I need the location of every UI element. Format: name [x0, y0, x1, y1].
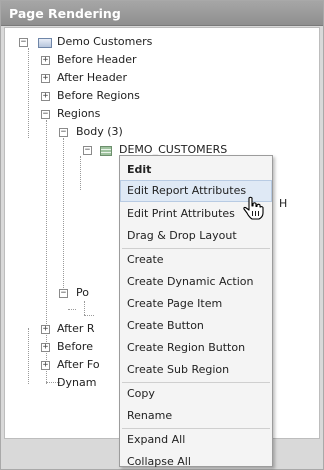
panel-title: Page Rendering [9, 6, 121, 21]
collapse-demo-customers-icon[interactable]: − [83, 146, 92, 155]
expand-after-header-icon[interactable]: + [41, 74, 50, 83]
collapse-body-icon[interactable]: − [59, 128, 68, 137]
menu-item-collapse-all[interactable]: Collapse All [120, 451, 272, 470]
menu-item-create-sub-region[interactable]: Create Sub Region [120, 359, 272, 381]
page-icon [38, 38, 52, 48]
tree-connector [68, 309, 76, 310]
menu-item-rename[interactable]: Rename [120, 405, 272, 427]
menu-item-expand-all[interactable]: Expand All [120, 429, 272, 451]
tree-node-after-footer[interactable]: After Fo [57, 357, 100, 373]
collapse-root-icon[interactable]: − [19, 38, 28, 47]
report-region-icon [100, 146, 112, 156]
tree-connector [28, 48, 29, 138]
tree-node-before-footer[interactable]: Before [57, 339, 93, 355]
tree-connector [84, 315, 94, 316]
tree-node-before-header[interactable]: Before Header [57, 52, 137, 68]
tree-node-hidden-h: H [279, 197, 288, 210]
tree-node-body[interactable]: Body (3) [76, 124, 123, 140]
tree-connector [63, 138, 64, 290]
expand-before-header-icon[interactable]: + [41, 56, 50, 65]
tree-connector [80, 156, 81, 190]
menu-item-create-dynamic-action[interactable]: Create Dynamic Action [120, 271, 272, 293]
menu-item-copy[interactable]: Copy [120, 383, 272, 405]
panel-header: Page Rendering [1, 1, 323, 26]
menu-item-drag-drop-layout[interactable]: Drag & Drop Layout [120, 225, 272, 247]
hand-pointer-cursor-icon [243, 196, 264, 220]
tree-connector [84, 301, 85, 315]
menu-item-create-page-item[interactable]: Create Page Item [120, 293, 272, 315]
menu-item-create-button[interactable]: Create Button [120, 315, 272, 337]
tree-node-before-regions[interactable]: Before Regions [57, 88, 140, 104]
tree-connector [28, 328, 29, 384]
tree-node-po[interactable]: Po [76, 285, 89, 301]
expand-after-regions-icon[interactable]: + [41, 325, 50, 334]
menu-item-create[interactable]: Create [120, 249, 272, 271]
menu-item-edit[interactable]: Edit [120, 159, 272, 181]
tree-node-root[interactable]: Demo Customers [57, 34, 152, 50]
expand-before-footer-icon[interactable]: + [41, 343, 50, 352]
tree-node-regions[interactable]: Regions [57, 106, 100, 122]
tree-node-dynamic-actions[interactable]: Dynam [57, 375, 96, 391]
tree-node-after-header[interactable]: After Header [57, 70, 127, 86]
collapse-regions-icon[interactable]: − [41, 110, 50, 119]
expand-after-footer-icon[interactable]: + [41, 361, 50, 370]
collapse-po-icon[interactable]: − [59, 289, 68, 298]
menu-item-create-region-button[interactable]: Create Region Button [120, 337, 272, 359]
tree-node-after-regions[interactable]: After R [57, 321, 95, 337]
expand-before-regions-icon[interactable]: + [41, 92, 50, 101]
